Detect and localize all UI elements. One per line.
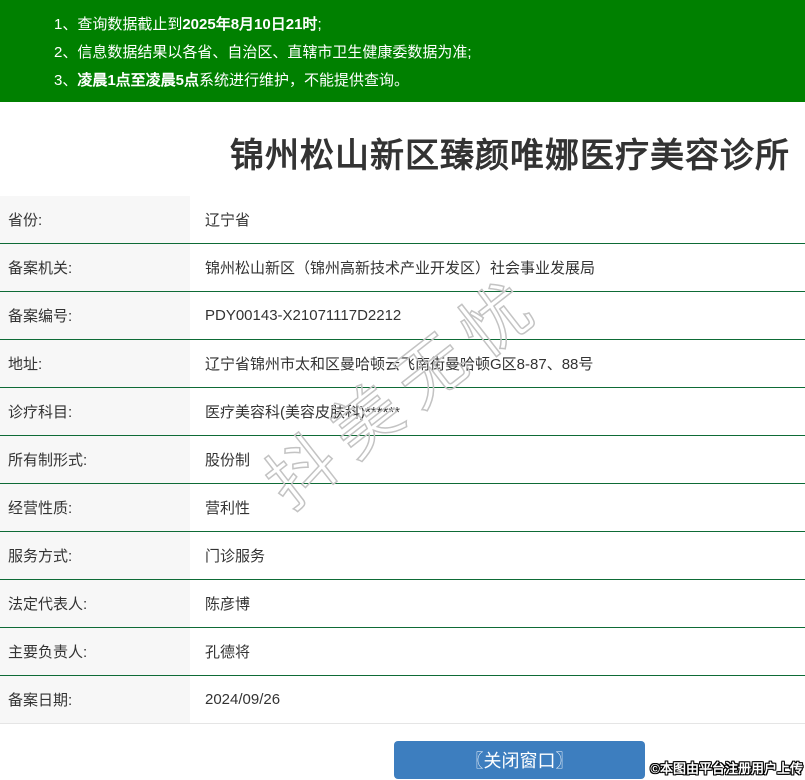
notice-text: 3、 (54, 72, 78, 89)
field-label: 备案日期: (0, 676, 190, 723)
notice-banner: 1、查询数据截止到2025年8月10日21时; 2、信息数据结果以各省、自治区、… (0, 0, 805, 102)
info-table: 省份: 辽宁省 备案机关: 锦州松山新区（锦州高新技术产业开发区）社会事业发展局… (0, 196, 805, 724)
notice-bold-text: 2025年8月10日21时 (182, 16, 318, 33)
field-value: 辽宁省 (205, 212, 251, 229)
field-label: 备案编号: (0, 292, 190, 339)
table-row-filing-authority: 备案机关: 锦州松山新区（锦州高新技术产业开发区）社会事业发展局 (0, 244, 805, 292)
field-value: 孔德将 (205, 644, 251, 661)
field-label: 经营性质: (0, 484, 190, 531)
table-row-service-mode: 服务方式: 门诊服务 (0, 532, 805, 580)
corner-watermark: ©本图由平台注册用户上传 (650, 761, 803, 776)
table-row-province: 省份: 辽宁省 (0, 196, 805, 244)
field-value: 股份制 (205, 452, 251, 469)
field-label: 主要负责人: (0, 628, 190, 675)
field-label: 法定代表人: (0, 580, 190, 627)
table-row-operating-nature: 经营性质: 营利性 (0, 484, 805, 532)
field-label: 服务方式: (0, 532, 190, 579)
table-row-treatment-subjects: 诊疗科目: 医疗美容科(美容皮肤科)****** (0, 388, 805, 436)
notice-line-3: 3、凌晨1点至凌晨5点系统进行维护，不能提供查询。 (54, 67, 795, 95)
field-label: 所有制形式: (0, 436, 190, 483)
field-label: 诊疗科目: (0, 388, 190, 435)
field-label: 地址: (0, 340, 190, 387)
notice-text: ; (317, 16, 322, 33)
close-window-button[interactable]: 〖关闭窗口〗 (394, 741, 645, 779)
field-value: 辽宁省锦州市太和区曼哈顿云飞南街曼哈顿G区8-87、88号 (205, 356, 594, 373)
notice-text: 系统进行维护，不能提供查询。 (199, 72, 410, 89)
field-value: 陈彦博 (205, 596, 251, 613)
notice-text: 2、信息数据结果以各省、自治区、直辖市卫生健康委数据为准; (54, 44, 472, 61)
notice-bold-text: 凌晨1点至凌晨5点 (77, 72, 200, 89)
field-value: 2024/09/26 (205, 691, 281, 708)
table-row-address: 地址: 辽宁省锦州市太和区曼哈顿云飞南街曼哈顿G区8-87、88号 (0, 340, 805, 388)
field-value: 门诊服务 (205, 548, 266, 565)
field-label: 省份: (0, 196, 190, 243)
notice-text: 1、查询数据截止到 (54, 16, 183, 33)
table-row-filing-date: 备案日期: 2024/09/26 (0, 676, 805, 724)
field-label: 备案机关: (0, 244, 190, 291)
table-row-principal: 主要负责人: 孔德将 (0, 628, 805, 676)
page-title: 锦州松山新区臻颜唯娜医疗美容诊所 (230, 137, 790, 175)
notice-line-2: 2、信息数据结果以各省、自治区、直辖市卫生健康委数据为准; (54, 39, 795, 67)
field-value: 医疗美容科(美容皮肤科)****** (205, 404, 401, 421)
title-area: 锦州松山新区臻颜唯娜医疗美容诊所 (0, 102, 805, 196)
table-row-ownership-form: 所有制形式: 股份制 (0, 436, 805, 484)
field-value: 锦州松山新区（锦州高新技术产业开发区）社会事业发展局 (205, 260, 596, 277)
table-row-filing-number: 备案编号: PDY00143-X21071117D2212 (0, 292, 805, 340)
notice-line-1: 1、查询数据截止到2025年8月10日21时; (54, 11, 795, 39)
field-value: PDY00143-X21071117D2212 (205, 307, 402, 324)
field-value: 营利性 (205, 500, 251, 517)
table-row-legal-representative: 法定代表人: 陈彦博 (0, 580, 805, 628)
